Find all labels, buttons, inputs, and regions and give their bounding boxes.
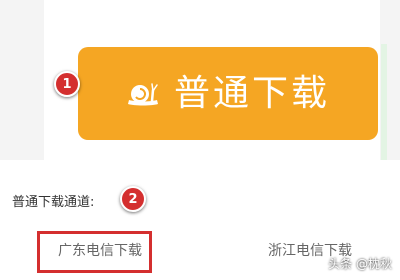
step-marker-1: 1 xyxy=(54,71,80,97)
watermark: 头条 @枕秋 xyxy=(328,257,392,271)
left-background-strip xyxy=(0,0,44,160)
step-marker-2: 2 xyxy=(120,186,146,212)
adjacent-panel-edge xyxy=(381,44,387,160)
snail-icon xyxy=(127,82,158,105)
highlight-annotation-box xyxy=(37,231,152,273)
normal-download-button[interactable]: 普通下载 xyxy=(78,47,378,140)
download-channel-label: 普通下载通道: xyxy=(12,195,95,210)
download-button-label: 普通下载 xyxy=(173,72,330,114)
